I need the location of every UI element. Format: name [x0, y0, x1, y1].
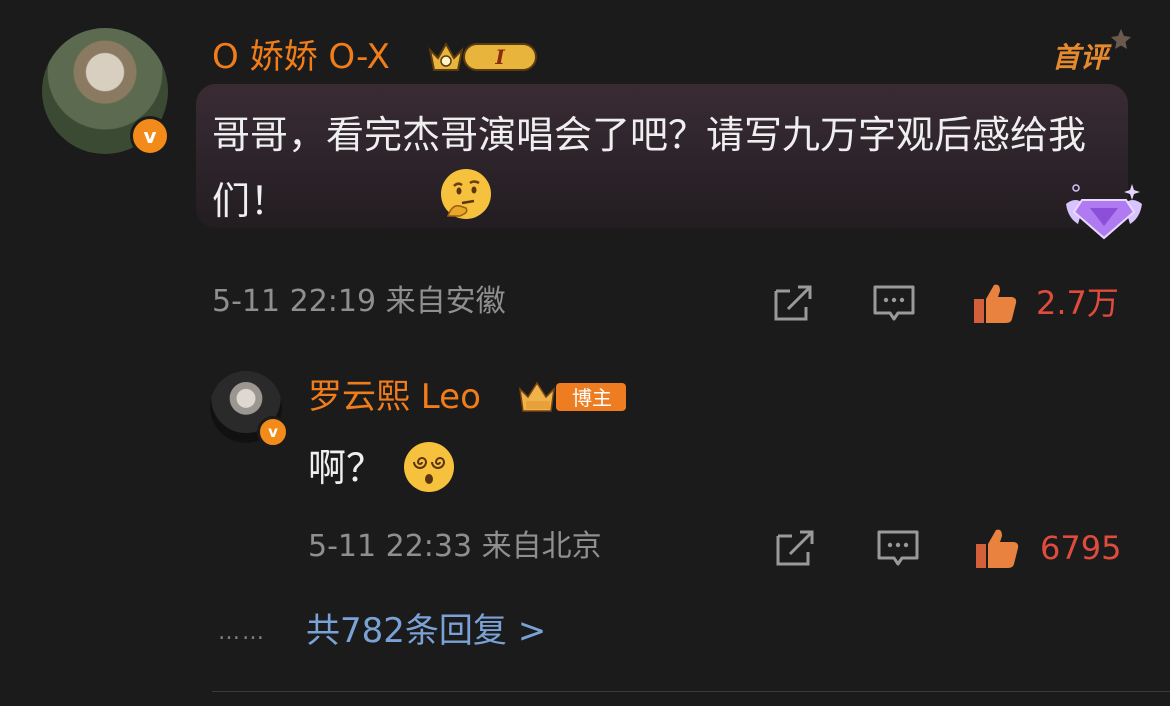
view-more-replies-link[interactable]: 共782条回复 > [306, 614, 546, 648]
first-comment-badge: 首评 [1052, 41, 1109, 74]
crown-level-badge-icon: I [428, 41, 537, 71]
like-icon[interactable] [974, 526, 1020, 570]
replier-username[interactable]: 罗云熙 Leo [308, 380, 481, 414]
reply-time: 5-11 22:33 [308, 529, 473, 564]
badge-level-text: I [494, 45, 505, 69]
share-icon[interactable] [772, 283, 814, 323]
like-count: 2.7万 [1036, 284, 1119, 322]
reply-location: 来自北京 [481, 529, 602, 564]
gem-icon [1066, 184, 1142, 240]
comment-time: 5-11 22:19 [212, 284, 377, 319]
like-count: 6795 [1040, 529, 1122, 567]
comment-meta: 5-11 22:19 来自安徽 [212, 287, 506, 317]
star-icon [1111, 29, 1131, 49]
commenter-username[interactable]: O 娇娇 O-X [212, 40, 390, 74]
comment-icon[interactable] [872, 283, 916, 323]
dizzy-face-emoji [404, 442, 454, 492]
share-icon[interactable] [774, 528, 816, 568]
thinking-face-emoji [441, 169, 491, 219]
more-dots: …… [218, 620, 266, 645]
comment-location: 来自安徽 [385, 284, 506, 319]
reply-text: 啊？ [308, 446, 385, 490]
like-icon[interactable] [972, 281, 1018, 325]
blogger-badge-label: 博主 [572, 386, 612, 410]
blogger-badge-icon: 博主 [518, 381, 626, 412]
verified-badge-icon: v [130, 116, 170, 156]
reply-meta: 5-11 22:33 来自北京 [308, 532, 602, 562]
verified-badge-icon: v [257, 416, 289, 448]
divider [212, 691, 1170, 692]
comment-icon[interactable] [876, 528, 920, 568]
comment-text: 哥哥，看完杰哥演唱会了吧？请写九万字观后感给我们！ [212, 113, 1087, 223]
